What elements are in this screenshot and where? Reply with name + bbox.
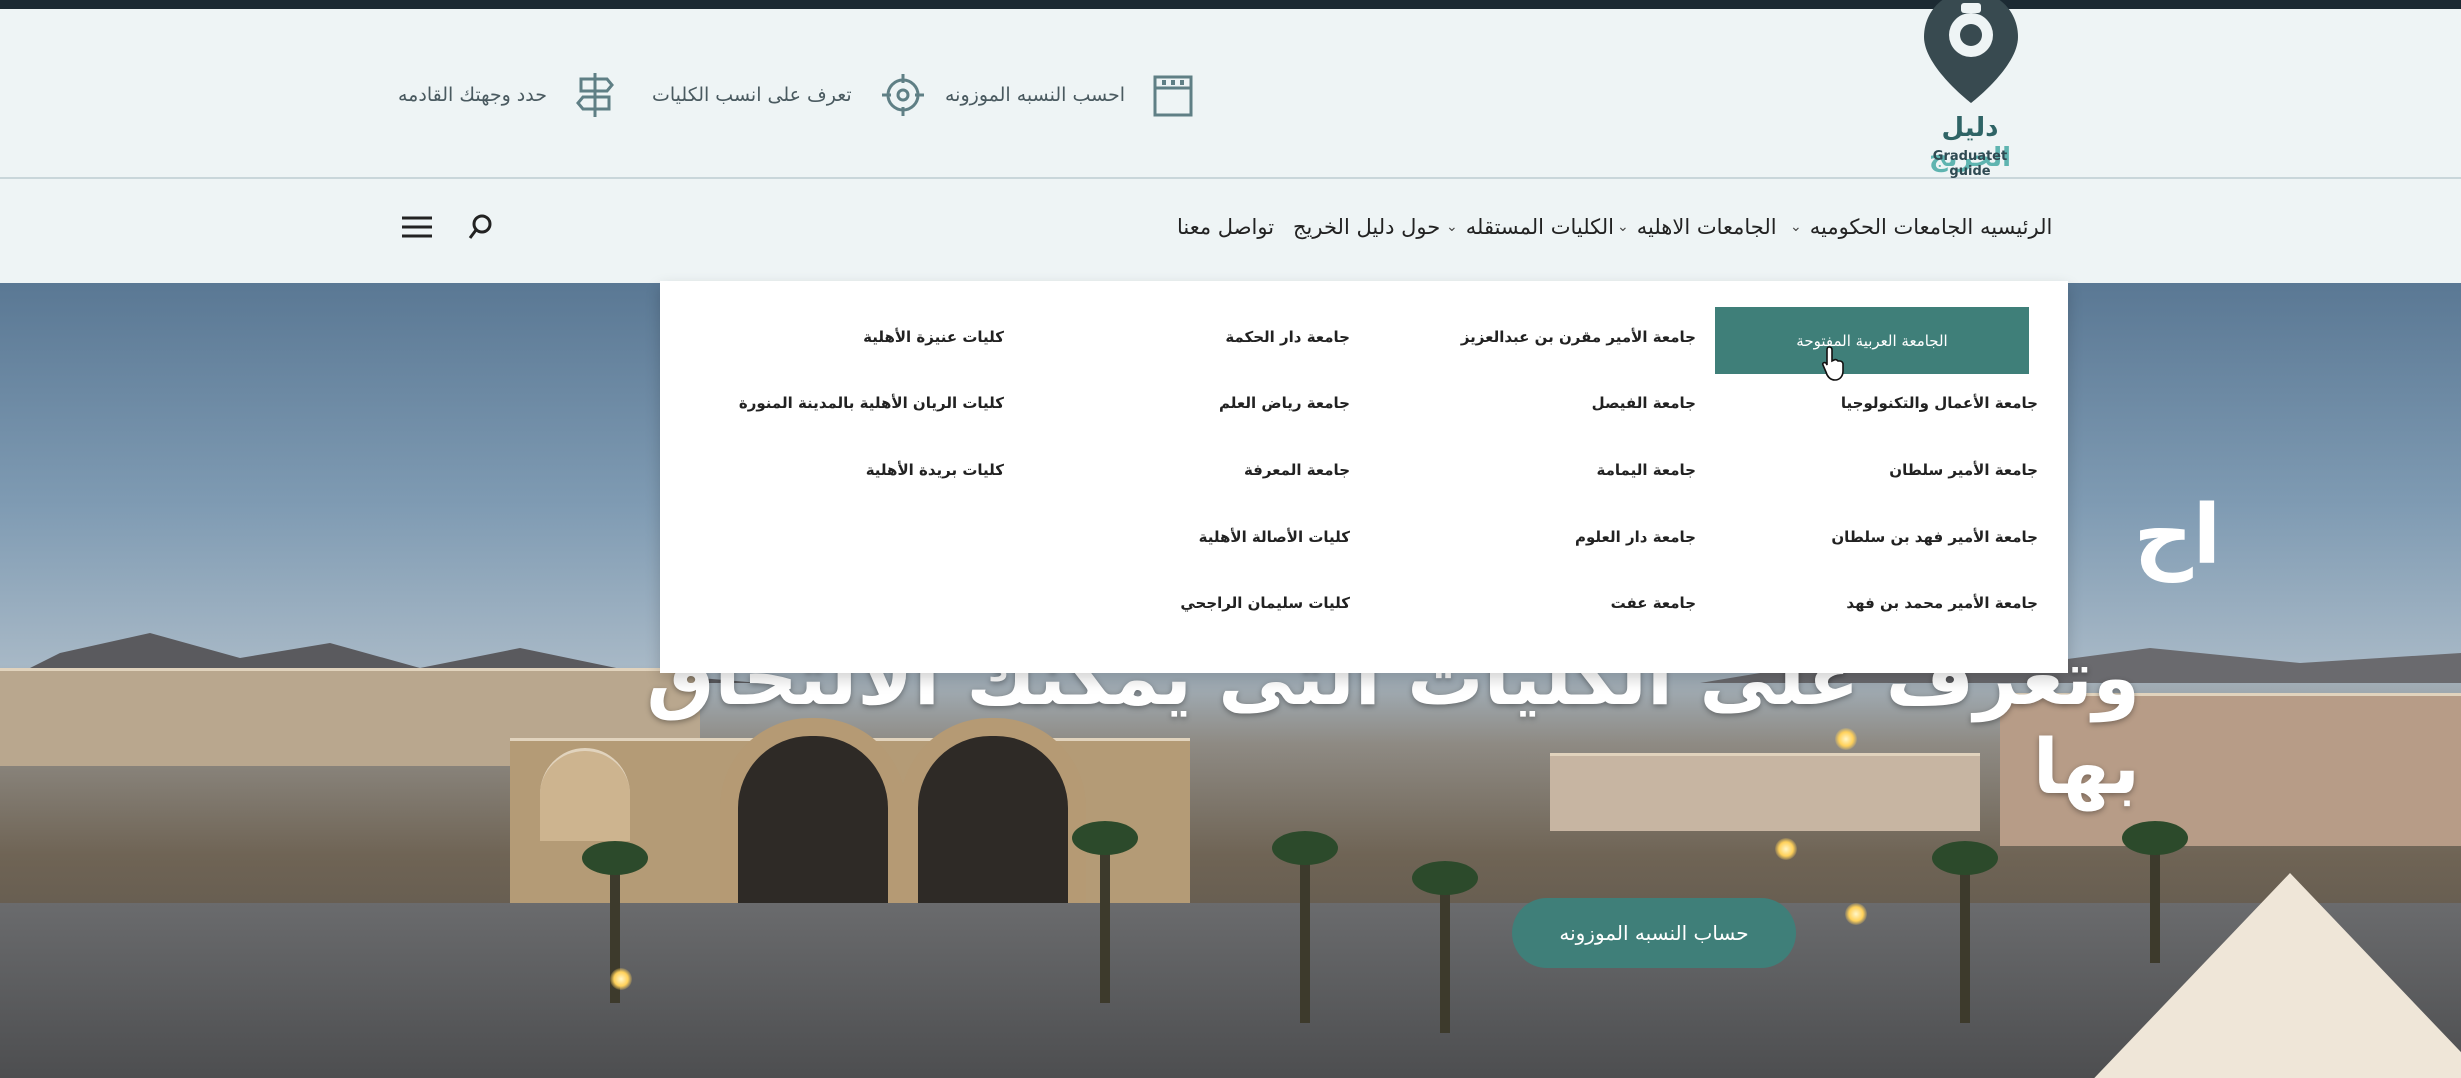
palm-tree — [2122, 821, 2188, 963]
nav-item-label: الجامعات الحكوميه — [1809, 215, 1974, 239]
hero-headline-line1: اح — [2133, 488, 2221, 583]
palm-tree — [1932, 841, 1998, 1023]
logo-text-main: دليل — [1941, 113, 1999, 143]
dropdown-item[interactable]: كليات عنيزة الأهلية — [863, 328, 1004, 346]
dropdown-item[interactable]: كليات سليمان الراجحي — [1180, 594, 1350, 612]
nav-item-label: الكليات المستقله — [1465, 215, 1614, 239]
dropdown-item[interactable]: جامعة المعرفة — [1244, 461, 1350, 479]
dropdown-item[interactable]: جامعة الأمير فهد بن سلطان — [1831, 528, 2038, 546]
street-lamp — [1775, 838, 1797, 860]
chevron-down-icon: ⌄ — [1446, 219, 1458, 235]
utility-link-best-colleges[interactable]: تعرف على انسب الكليات — [652, 67, 926, 123]
nav-item-government-universities[interactable]: الجامعات الحكوميه ⌄ — [1790, 215, 1973, 239]
dropdown-item[interactable]: جامعة عفت — [1611, 594, 1696, 612]
nav-item-contact[interactable]: تواصل معنا — [1177, 215, 1274, 239]
chevron-down-icon: ⌄ — [1790, 219, 1802, 235]
utility-bar: دليل الخريج Graduatet guide احسب النسبه … — [0, 0, 2461, 179]
nav-item-private-universities[interactable]: الجامعات الاهليه ⌄ — [1617, 215, 1777, 239]
signpost-icon — [575, 71, 615, 119]
street-area — [0, 903, 2461, 1078]
dropdown-item[interactable]: جامعة الأعمال والتكنولوجيا — [1841, 394, 2038, 412]
dropdown-item[interactable]: جامعة الأمير مقرن بن عبدالعزيز — [1461, 328, 1696, 346]
hamburger-menu-icon[interactable] — [400, 212, 434, 246]
search-icon[interactable] — [468, 212, 494, 246]
calculate-ratio-button[interactable]: حساب النسبه الموزونه — [1512, 898, 1796, 968]
chevron-down-icon: ⌄ — [1617, 219, 1629, 235]
palm-tree — [1072, 821, 1138, 1003]
dropdown-item[interactable]: جامعة الفيصل — [1592, 394, 1696, 412]
nav-item-label: الرئيسيه — [1980, 215, 2053, 239]
dropdown-item[interactable]: كليات الريان الأهلية بالمدينة المنورة — [739, 394, 1004, 412]
nav-item-label: الجامعات الاهليه — [1636, 215, 1777, 239]
dropdown-item[interactable]: كليات بريدة الأهلية — [866, 461, 1004, 479]
palm-tree — [1272, 831, 1338, 1023]
dropdown-item[interactable]: جامعة الأمير سلطان — [1889, 461, 2038, 479]
calendar-icon — [1153, 73, 1193, 117]
utility-link-next-destination[interactable]: حدد وجهتك القادمه — [398, 67, 615, 123]
dropdown-item-active[interactable]: الجامعة العربية المفتوحة — [1715, 307, 2029, 374]
dropdown-item[interactable]: كليات الأصالة الأهلية — [1199, 528, 1350, 546]
mouse-cursor-icon — [1821, 345, 1847, 387]
nav-item-about[interactable]: حول دليل الخريج — [1293, 215, 1440, 239]
utility-link-weighted-ratio[interactable]: احسب النسبه الموزونه — [945, 67, 1193, 123]
target-icon — [880, 72, 926, 118]
utility-link-label: احسب النسبه الموزونه — [945, 84, 1126, 106]
private-universities-dropdown: الجامعة العربية المفتوحة جامعة الأعمال و… — [660, 281, 2068, 673]
logo-subtitle: Graduatet guide — [1932, 149, 2008, 179]
street-lamp — [1845, 903, 1867, 925]
nav-item-home[interactable]: الرئيسيه — [1980, 215, 2052, 239]
logo-pin-icon[interactable] — [1918, 0, 2024, 111]
dropdown-item[interactable]: جامعة رياض العلم — [1219, 394, 1350, 412]
main-nav: الرئيسيه الجامعات الحكوميه ⌄ الجامعات ال… — [0, 179, 2461, 283]
dropdown-item[interactable]: جامعة اليمامة — [1597, 461, 1697, 479]
utility-link-label: حدد وجهتك القادمه — [398, 84, 547, 106]
nav-item-independent-colleges[interactable]: الكليات المستقله ⌄ — [1446, 215, 1614, 239]
dome — [540, 748, 630, 841]
street-lamp — [610, 968, 632, 990]
utility-link-label: تعرف على انسب الكليات — [652, 84, 852, 106]
nav-item-label: حول دليل الخريج — [1293, 215, 1441, 239]
dropdown-item[interactable]: جامعة دار الحكمة — [1225, 328, 1350, 346]
dropdown-item[interactable]: جامعة الأمير محمد بن فهد — [1846, 594, 2038, 612]
dropdown-item[interactable]: جامعة دار العلوم — [1575, 528, 1696, 546]
nav-item-label: تواصل معنا — [1177, 215, 1275, 239]
palm-tree — [1412, 861, 1478, 1033]
top-dark-strip — [0, 0, 2461, 9]
